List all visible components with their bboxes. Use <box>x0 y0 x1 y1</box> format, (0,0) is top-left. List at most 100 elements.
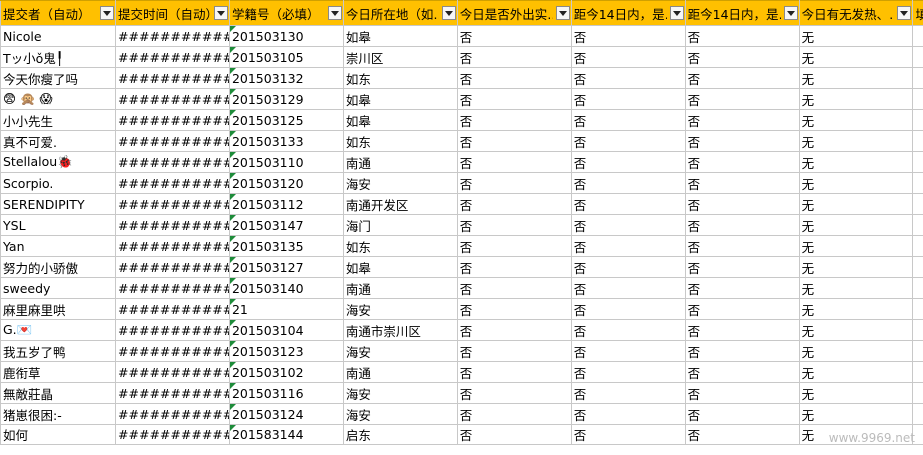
table-cell[interactable]: 否 <box>570 46 686 68</box>
column-header[interactable]: 填表日期（必填） <box>912 0 923 26</box>
table-cell[interactable]: ############ <box>115 382 230 404</box>
table-cell[interactable]: ############ <box>115 424 230 445</box>
column-header[interactable]: 今日是否外出实… <box>456 0 572 26</box>
table-cell[interactable]: 海安 <box>342 298 458 320</box>
table-cell[interactable]: 鹿衔草 <box>0 361 117 383</box>
table-cell[interactable]: 2020年2月25日 <box>912 298 923 320</box>
table-cell[interactable]: 否 <box>456 319 572 341</box>
table-cell[interactable]: 否 <box>456 424 572 445</box>
table-cell[interactable]: 否 <box>684 424 800 445</box>
table-cell[interactable]: 否 <box>684 214 800 236</box>
table-cell[interactable]: 无 <box>798 256 914 278</box>
table-cell[interactable]: 海安 <box>342 172 458 194</box>
column-header[interactable]: 学籍号（必填） <box>228 0 344 26</box>
table-cell[interactable]: 无 <box>798 403 914 425</box>
table-cell[interactable]: 201503127 <box>228 256 344 278</box>
table-cell[interactable]: 无 <box>798 151 914 173</box>
table-cell[interactable]: 2020年2月25日 <box>912 214 923 236</box>
table-cell[interactable]: 201503130 <box>228 25 344 47</box>
table-cell[interactable]: 否 <box>570 298 686 320</box>
table-cell[interactable]: 南通开发区 <box>342 193 458 215</box>
table-cell[interactable]: 无 <box>798 382 914 404</box>
table-cell[interactable]: 否 <box>570 151 686 173</box>
table-cell[interactable]: 启东 <box>342 424 458 445</box>
table-cell[interactable]: 否 <box>684 172 800 194</box>
table-cell[interactable]: 201503104 <box>228 319 344 341</box>
table-cell[interactable]: 否 <box>684 88 800 110</box>
table-cell[interactable]: 否 <box>684 298 800 320</box>
table-cell[interactable]: 否 <box>684 46 800 68</box>
table-cell[interactable]: ############ <box>115 151 230 173</box>
table-cell[interactable]: 如皋 <box>342 25 458 47</box>
table-cell[interactable]: 2020年2月25日 <box>912 130 923 152</box>
table-cell[interactable]: ############ <box>115 340 230 362</box>
table-cell[interactable]: 😨 🙊 😱 <box>0 88 117 110</box>
table-cell[interactable]: 2020年2月25日 <box>912 193 923 215</box>
table-cell[interactable]: 南通 <box>342 151 458 173</box>
table-cell[interactable]: 2020年2月25日 <box>912 88 923 110</box>
table-cell[interactable]: ############ <box>115 46 230 68</box>
table-cell[interactable]: 否 <box>456 109 572 131</box>
table-cell[interactable]: 否 <box>570 109 686 131</box>
table-cell[interactable]: 无 <box>798 67 914 89</box>
table-cell[interactable]: 崇川区 <box>342 46 458 68</box>
table-cell[interactable]: 2020年2月25日 <box>912 25 923 47</box>
table-cell[interactable]: 否 <box>456 382 572 404</box>
table-cell[interactable]: ############ <box>115 256 230 278</box>
table-cell[interactable]: 否 <box>684 382 800 404</box>
table-cell[interactable]: 201503123 <box>228 340 344 362</box>
table-cell[interactable]: 无 <box>798 319 914 341</box>
table-cell[interactable]: YSL <box>0 214 117 236</box>
table-cell[interactable]: 201503129 <box>228 88 344 110</box>
filter-dropdown-icon[interactable] <box>555 6 570 20</box>
table-cell[interactable]: 努力的小骄傲 <box>0 256 117 278</box>
table-cell[interactable]: 否 <box>456 46 572 68</box>
table-cell[interactable]: 201503147 <box>228 214 344 236</box>
table-cell[interactable]: 否 <box>684 403 800 425</box>
table-cell[interactable]: 无 <box>798 88 914 110</box>
table-cell[interactable]: 否 <box>684 340 800 362</box>
table-cell[interactable]: ############ <box>115 25 230 47</box>
column-header[interactable]: 今日所在地（如… <box>342 0 458 26</box>
table-cell[interactable]: 2020年2月25日 <box>912 340 923 362</box>
table-cell[interactable]: 2020年2月25日 <box>912 67 923 89</box>
table-cell[interactable]: 201583144 <box>228 424 344 445</box>
table-cell[interactable]: 201503102 <box>228 361 344 383</box>
table-cell[interactable]: 否 <box>456 403 572 425</box>
table-cell[interactable]: 海门 <box>342 214 458 236</box>
table-cell[interactable]: 否 <box>456 130 572 152</box>
table-cell[interactable]: 否 <box>570 67 686 89</box>
table-cell[interactable]: 2020年2月25日 <box>912 109 923 131</box>
table-cell[interactable]: 201503132 <box>228 67 344 89</box>
table-cell[interactable]: 南通市崇川区 <box>342 319 458 341</box>
table-cell[interactable]: 否 <box>684 277 800 299</box>
table-cell[interactable]: 否 <box>456 277 572 299</box>
table-cell[interactable]: 无 <box>798 340 914 362</box>
table-cell[interactable]: 麻里麻里哄 <box>0 298 117 320</box>
table-cell[interactable]: 201503110 <box>228 151 344 173</box>
table-cell[interactable]: 2020年2月25日 <box>912 151 923 173</box>
table-cell[interactable]: 否 <box>684 193 800 215</box>
table-cell[interactable]: 否 <box>570 340 686 362</box>
table-cell[interactable]: 无 <box>798 235 914 257</box>
table-cell[interactable]: 南通 <box>342 277 458 299</box>
table-cell[interactable]: 否 <box>570 235 686 257</box>
filter-dropdown-icon[interactable] <box>441 6 456 20</box>
table-cell[interactable]: 无 <box>798 193 914 215</box>
table-cell[interactable]: 201503125 <box>228 109 344 131</box>
column-header[interactable]: 距今14日内，是… <box>570 0 686 26</box>
table-cell[interactable]: 2020年2月25日 <box>912 235 923 257</box>
table-cell[interactable]: 201503124 <box>228 403 344 425</box>
table-cell[interactable]: 否 <box>570 25 686 47</box>
table-cell[interactable]: 2020年2月25日 <box>912 361 923 383</box>
table-cell[interactable]: ############ <box>115 214 230 236</box>
table-cell[interactable]: 201503120 <box>228 172 344 194</box>
table-cell[interactable]: 否 <box>456 172 572 194</box>
table-cell[interactable]: 否 <box>570 424 686 445</box>
table-cell[interactable]: 201503135 <box>228 235 344 257</box>
table-cell[interactable]: 否 <box>684 151 800 173</box>
filter-dropdown-icon[interactable] <box>213 6 228 20</box>
table-cell[interactable]: 否 <box>456 151 572 173</box>
table-cell[interactable]: 否 <box>456 25 572 47</box>
table-cell[interactable]: 2020年2月25日 <box>912 256 923 278</box>
